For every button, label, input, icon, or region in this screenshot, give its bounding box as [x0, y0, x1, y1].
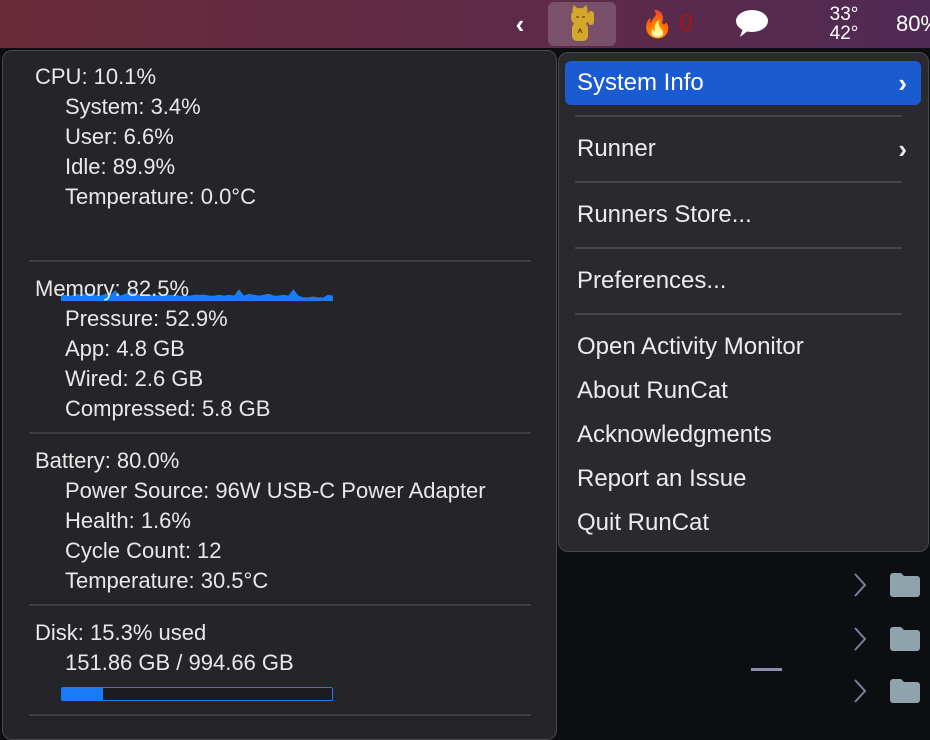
menu-item-runners-store[interactable]: Runners Store...: [565, 193, 921, 237]
divider: [29, 432, 531, 434]
divider: [29, 714, 531, 716]
disk-usage: 151.86 GB / 994.66 GB: [65, 650, 294, 675]
chevron-left-icon[interactable]: ‹: [508, 0, 532, 48]
menu-item-preferences[interactable]: Preferences...: [565, 259, 921, 303]
disk-title: Disk: 15.3% used: [35, 620, 207, 645]
menu-item-runner[interactable]: Runner ›: [565, 127, 921, 171]
folder-icon[interactable]: [889, 572, 921, 598]
cpu-title: CPU: 10.1%: [35, 64, 157, 89]
memory-compressed: Compressed: 5.8 GB: [65, 396, 271, 421]
battery-power-source: Power Source: 96W USB-C Power Adapter: [65, 478, 486, 503]
menu-divider: [575, 181, 902, 183]
menu-item-acknowledgments[interactable]: Acknowledgments: [565, 413, 921, 457]
cpu-system: System: 3.4%: [65, 94, 201, 119]
chevron-right-icon[interactable]: [852, 678, 868, 704]
disk-usage-fill: [62, 688, 104, 700]
folder-icon[interactable]: [889, 678, 921, 704]
fire-status[interactable]: 🔥 0: [632, 0, 702, 48]
folder-icon[interactable]: [889, 626, 921, 652]
memory-pressure: Pressure: 52.9%: [65, 306, 228, 331]
menu-bar: ‹ 🔥0 33°42° 80%: [0, 0, 930, 48]
menu-item-open-activity-monitor[interactable]: Open Activity Monitor: [565, 325, 921, 369]
battery-cycle-count: Cycle Count: 12: [65, 538, 222, 563]
divider: [29, 604, 531, 606]
memory-wired: Wired: 2.6 GB: [65, 366, 204, 391]
runcat-cat-icon[interactable]: [548, 2, 616, 46]
memory-app: App: 4.8 GB: [65, 336, 185, 361]
system-info-panel: CPU: 10.1% System: 3.4% User: 6.6% Idle:…: [2, 50, 557, 740]
chevron-right-icon[interactable]: [852, 626, 868, 652]
chevron-right-icon: ›: [898, 67, 907, 98]
temp-high: 33°: [829, 4, 859, 25]
menu-item-about-runcat[interactable]: About RunCat: [565, 369, 921, 413]
menu-item-label: System Info: [577, 69, 704, 96]
cpu-user: User: 6.6%: [65, 124, 174, 149]
battery-percent[interactable]: 80%: [896, 0, 930, 48]
memory-title: Memory: 82.5%: [35, 276, 190, 301]
chevron-right-icon[interactable]: [852, 572, 868, 598]
cpu-temperature: Temperature: 0.0°C: [65, 184, 256, 209]
message-bubble-icon[interactable]: [730, 0, 774, 48]
fire-count: 0: [679, 10, 693, 37]
divider: [29, 260, 531, 262]
battery-health: Health: 1.6%: [65, 508, 191, 533]
disk-usage-bar: [61, 687, 333, 701]
runcat-menu: System Info › Runner › Runners Store... Pr…: [558, 52, 929, 552]
menu-divider: [575, 247, 902, 249]
battery-temperature: Temperature: 30.5°C: [65, 568, 269, 593]
cpu-idle: Idle: 89.9%: [65, 154, 176, 179]
battery-title: Battery: 80.0%: [35, 448, 180, 473]
menu-item-label: Runner: [577, 135, 656, 162]
weather-temps[interactable]: 33° 42°: [820, 0, 868, 48]
menu-divider: [575, 313, 902, 315]
menu-item-report-issue[interactable]: Report an Issue: [565, 457, 921, 501]
chevron-right-icon: ›: [898, 133, 907, 164]
menu-item-quit-runcat[interactable]: Quit RunCat: [565, 501, 921, 545]
menu-divider: [575, 115, 902, 117]
dash-mark: [751, 668, 782, 671]
fire-icon: 🔥: [641, 8, 674, 39]
temp-low: 42°: [829, 23, 859, 44]
menu-item-system-info[interactable]: System Info ›: [565, 61, 921, 105]
